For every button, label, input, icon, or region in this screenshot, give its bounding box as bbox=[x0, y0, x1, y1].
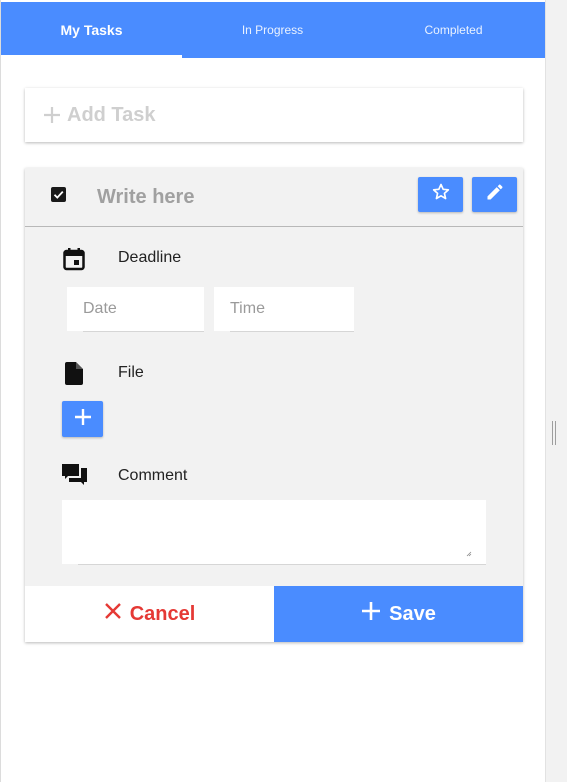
add-file-button[interactable] bbox=[62, 401, 103, 437]
plus-icon bbox=[74, 408, 92, 431]
date-input-underline bbox=[83, 331, 204, 332]
add-task-placeholder: Add Task bbox=[67, 103, 156, 126]
favorite-button[interactable] bbox=[418, 177, 463, 212]
file-label: File bbox=[118, 364, 144, 381]
pencil-icon bbox=[485, 182, 505, 207]
active-tab-indicator bbox=[1, 55, 182, 58]
comment-textarea[interactable] bbox=[62, 500, 486, 564]
comment-underline bbox=[78, 564, 486, 565]
task-title-input[interactable] bbox=[97, 182, 397, 212]
add-task-input[interactable]: Add Task bbox=[25, 88, 523, 142]
app-window: My Tasks In Progress Completed Add Task bbox=[0, 0, 546, 782]
plus-icon bbox=[361, 601, 389, 627]
tab-label: In Progress bbox=[241, 23, 304, 37]
plus-icon bbox=[43, 102, 61, 128]
deadline-label: Deadline bbox=[118, 249, 182, 266]
file-icon bbox=[65, 362, 83, 390]
close-icon bbox=[104, 602, 130, 626]
resize-grip-icon[interactable] bbox=[466, 544, 472, 562]
side-panel-edge bbox=[545, 0, 567, 782]
comment-icon bbox=[62, 464, 87, 491]
task-card: Deadline File Comment bbox=[25, 168, 523, 642]
save-label: Save bbox=[389, 602, 436, 625]
tab-completed[interactable]: Completed bbox=[363, 2, 544, 58]
star-outline-icon bbox=[431, 182, 451, 207]
tab-my-tasks[interactable]: My Tasks bbox=[1, 2, 182, 58]
time-input[interactable] bbox=[214, 287, 354, 331]
tab-in-progress[interactable]: In Progress bbox=[182, 2, 363, 58]
save-button[interactable]: Save bbox=[274, 586, 523, 642]
cancel-button[interactable]: Cancel bbox=[25, 586, 274, 642]
tab-label: Completed bbox=[424, 23, 483, 37]
calendar-icon bbox=[63, 247, 85, 276]
tab-bar: My Tasks In Progress Completed bbox=[1, 2, 546, 58]
cancel-label: Cancel bbox=[129, 602, 196, 625]
task-header bbox=[25, 168, 523, 227]
time-input-underline bbox=[230, 331, 354, 332]
task-actions: Cancel Save bbox=[25, 586, 523, 642]
tab-label: My Tasks bbox=[60, 22, 123, 38]
comment-label: Comment bbox=[118, 467, 188, 484]
edit-button[interactable] bbox=[472, 177, 517, 212]
date-input[interactable] bbox=[67, 287, 204, 331]
panel-resize-handle[interactable] bbox=[552, 421, 557, 445]
task-complete-checkbox[interactable] bbox=[51, 187, 66, 202]
